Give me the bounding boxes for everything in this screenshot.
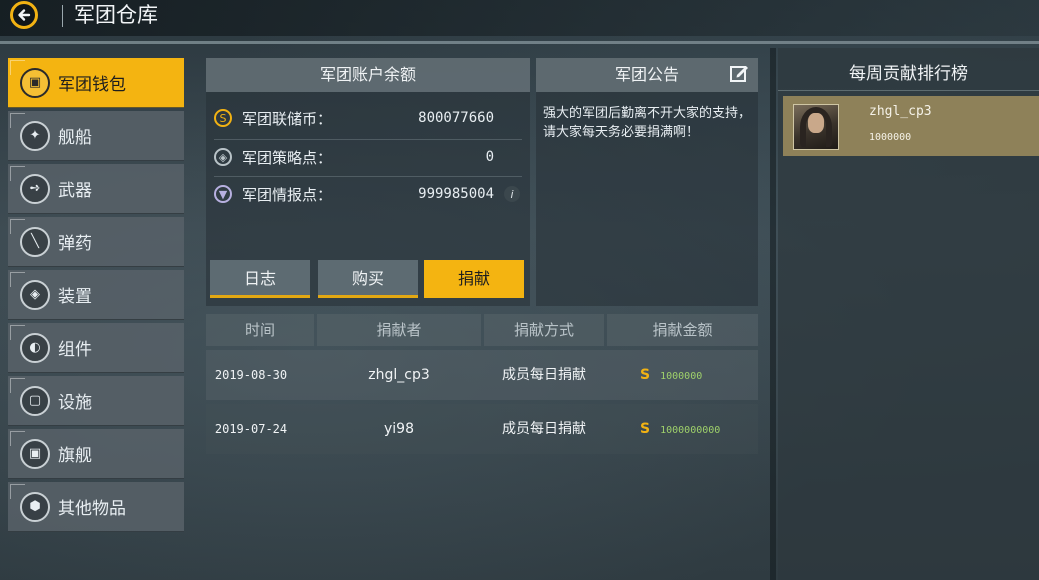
sidebar-item-label: 装置 <box>58 287 92 307</box>
row-date: 2019-07-24 <box>214 422 288 436</box>
row-method: 成员每日捐献 <box>502 421 586 437</box>
row-donor: yi98 <box>384 421 414 437</box>
sidebar-item-flagship[interactable]: ▣ 旗舰 <box>8 429 184 479</box>
notice-panel <box>536 58 758 306</box>
table-header-amount: 捐献金额 <box>607 314 758 346</box>
amount-value: 1000000000 <box>660 425 721 436</box>
row-donor: zhgl_cp3 <box>368 367 430 383</box>
sidebar-item-wallet[interactable]: ▣ 军团钱包 <box>8 58 184 108</box>
panel-divider <box>770 48 776 580</box>
coin-icon: S <box>640 367 651 383</box>
row-date: 2019-08-30 <box>214 368 288 382</box>
sidebar-item-ammo[interactable]: ╲ 弹药 <box>8 217 184 267</box>
sidebar-item-label: 旗舰 <box>58 446 92 466</box>
back-button[interactable] <box>10 1 38 29</box>
sidebar-item-label: 军团钱包 <box>58 75 126 95</box>
amount-value: 1000000 <box>660 371 703 382</box>
donate-button[interactable]: 捐献 <box>424 260 524 298</box>
table-header-time: 时间 <box>206 314 314 346</box>
ranking-name: zhgl_cp3 <box>869 104 932 119</box>
row-amount: S 1000000000 <box>640 404 780 454</box>
strategy-icon: ◈ <box>214 148 232 166</box>
ranking-title: 每周贡献排行榜 <box>849 64 968 84</box>
intel-icon: ▼ <box>214 185 232 203</box>
row-amount: S 1000000 <box>640 350 780 400</box>
balance-label: 军团情报点： <box>242 185 333 204</box>
coin-icon: S <box>214 109 232 127</box>
sidebar-item-other[interactable]: ⬢ 其他物品 <box>8 482 184 532</box>
balance-row-coin: S 军团联储币： 800077660 <box>214 102 522 134</box>
ranking-rule <box>778 90 1039 91</box>
table-header-method: 捐献方式 <box>484 314 604 346</box>
sidebar-item-label: 武器 <box>58 181 92 201</box>
page-title: 军团仓库 <box>74 3 158 27</box>
coin-icon: S <box>640 421 651 437</box>
balance-value: 999985004 <box>418 186 494 202</box>
sidebar-item-weapons[interactable]: ➺ 武器 <box>8 164 184 214</box>
sidebar-item-label: 舰船 <box>58 128 92 148</box>
notice-title: 军团公告 <box>536 58 758 92</box>
balance-value: 0 <box>485 149 494 165</box>
sidebar-item-label: 设施 <box>58 393 92 413</box>
sidebar-item-label: 弹药 <box>58 234 92 254</box>
table-row: 2019-07-24 yi98 成员每日捐献 S 1000000000 <box>206 404 758 454</box>
ranking-value: 1000000 <box>869 132 912 143</box>
row-method: 成员每日捐献 <box>502 367 586 383</box>
buy-button[interactable]: 购买 <box>318 260 418 298</box>
sidebar-item-label: 组件 <box>58 340 92 360</box>
balance-value: 800077660 <box>418 110 494 126</box>
table-header-donor: 捐献者 <box>317 314 481 346</box>
balance-title: 军团账户余额 <box>206 58 530 92</box>
balance-label: 军团联储币： <box>242 109 333 128</box>
sidebar-item-devices[interactable]: ◈ 装置 <box>8 270 184 320</box>
header-rule <box>0 41 1039 44</box>
header-divider <box>62 5 63 27</box>
avatar <box>793 104 839 150</box>
ranking-entry[interactable]: zhgl_cp3 1000000 <box>783 96 1039 156</box>
balance-label: 军团策略点： <box>242 148 333 167</box>
sidebar-item-ships[interactable]: ✦ 舰船 <box>8 111 184 161</box>
top-bar: 军团仓库 <box>0 0 1039 36</box>
sidebar-item-facilities[interactable]: ▢ 设施 <box>8 376 184 426</box>
table-row: 2019-08-30 zhgl_cp3 成员每日捐献 S 1000000 <box>206 350 758 400</box>
arrow-left-icon <box>18 9 31 21</box>
log-button[interactable]: 日志 <box>210 260 310 298</box>
balance-row-strategy: ◈ 军团策略点： 0 <box>214 141 522 173</box>
sidebar-item-label: 其他物品 <box>58 499 126 519</box>
sidebar: ▣ 军团钱包 ✦ 舰船 ➺ 武器 ╲ 弹药 ◈ 装置 ◐ 组件 ▢ 设施 ▣ 旗… <box>8 58 184 535</box>
sidebar-item-components[interactable]: ◐ 组件 <box>8 323 184 373</box>
info-icon[interactable]: i <box>504 186 520 202</box>
edit-icon[interactable] <box>728 62 750 84</box>
balance-row-intel: ▼ 军团情报点： 999985004 i <box>214 178 522 210</box>
notice-text: 强大的军团后勤离不开大家的支持，请大家每天务必要捐满啊！ <box>543 106 752 140</box>
